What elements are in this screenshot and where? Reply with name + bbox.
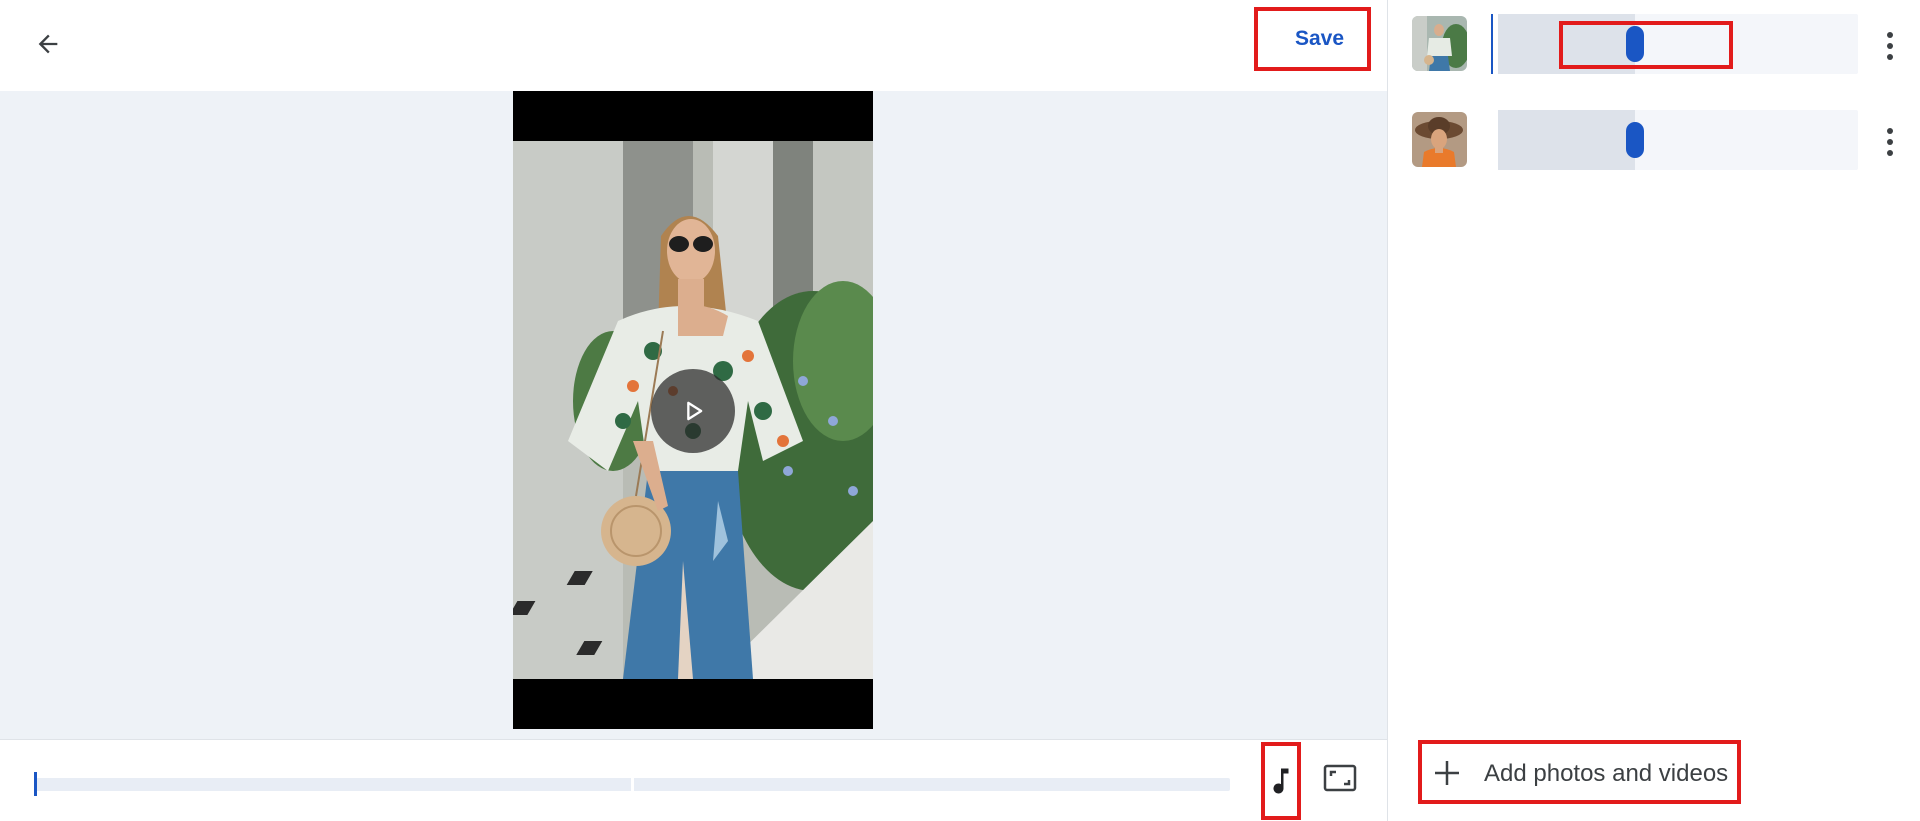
clip-2-thumbnail-image bbox=[1412, 112, 1467, 167]
timeline-scrubber[interactable] bbox=[34, 778, 1230, 791]
clip-list-panel: Add photos and videos bbox=[1387, 0, 1920, 821]
arrow-left-icon bbox=[38, 34, 58, 54]
clip-more-menu-button[interactable] bbox=[1875, 26, 1905, 66]
clip-row bbox=[1388, 110, 1920, 182]
aspect-ratio-button[interactable] bbox=[1318, 756, 1362, 800]
clip-trim-range bbox=[1498, 14, 1635, 74]
video-preview[interactable] bbox=[513, 91, 873, 729]
video-editor: Save Add photos and videos bbox=[0, 0, 1920, 821]
more-vert-icon-dot bbox=[1887, 54, 1893, 60]
more-vert-icon-dot bbox=[1887, 139, 1893, 145]
add-photos-videos-button[interactable]: Add photos and videos bbox=[1418, 740, 1741, 804]
playhead[interactable] bbox=[34, 772, 37, 796]
play-button[interactable] bbox=[651, 369, 735, 453]
preview-area bbox=[0, 91, 1387, 739]
more-vert-icon-dot bbox=[1887, 32, 1893, 38]
clip-divider bbox=[631, 778, 634, 791]
top-toolbar: Save bbox=[0, 0, 1387, 91]
aspect-ratio-icon bbox=[1323, 764, 1357, 792]
clip-trim-handle[interactable] bbox=[1626, 26, 1644, 62]
editor-pane: Save bbox=[0, 0, 1387, 821]
add-photos-videos-label: Add photos and videos bbox=[1484, 760, 1729, 787]
clip-position-marker bbox=[1491, 14, 1493, 74]
save-button-label: Save bbox=[1294, 27, 1345, 50]
music-note-icon bbox=[1273, 768, 1289, 794]
save-button[interactable]: Save bbox=[1254, 7, 1371, 71]
clip-trim-track[interactable] bbox=[1498, 14, 1858, 74]
clip-row bbox=[1388, 14, 1920, 86]
music-button[interactable] bbox=[1261, 742, 1301, 820]
more-vert-icon-dot bbox=[1887, 128, 1893, 134]
clip-1-thumbnail-image bbox=[1412, 16, 1467, 71]
clip-thumbnail[interactable] bbox=[1412, 16, 1467, 71]
clip-trim-track[interactable] bbox=[1498, 110, 1858, 170]
timeline-bar bbox=[0, 739, 1387, 821]
clip-trim-range bbox=[1498, 110, 1635, 170]
back-button[interactable] bbox=[28, 24, 68, 64]
clip-thumbnail[interactable] bbox=[1412, 112, 1467, 167]
plus-icon bbox=[1435, 761, 1459, 785]
clip-more-menu-button[interactable] bbox=[1875, 122, 1905, 162]
more-vert-icon-dot bbox=[1887, 43, 1893, 49]
more-vert-icon-dot bbox=[1887, 150, 1893, 156]
clip-trim-handle[interactable] bbox=[1626, 122, 1644, 158]
play-icon bbox=[687, 401, 703, 421]
